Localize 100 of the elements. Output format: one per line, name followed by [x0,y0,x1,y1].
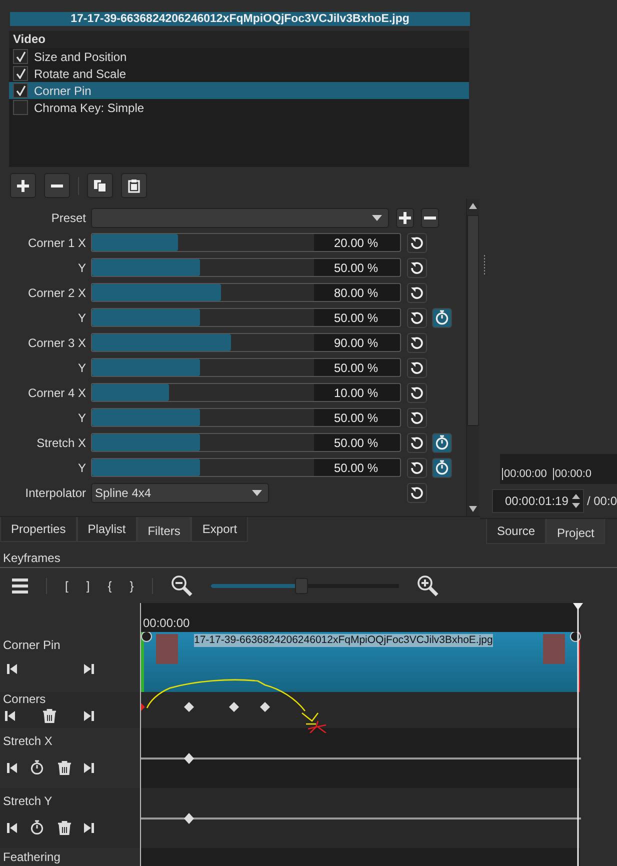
copy-button[interactable] [87,173,113,198]
plus-icon [16,178,30,192]
reset-button[interactable] [407,382,427,402]
panel-tab[interactable]: Export [191,517,248,542]
slider-value: 20.00 % [334,236,379,250]
remove-filter-button[interactable] [44,173,70,198]
timecode-field[interactable]: 00:00:01:19 [492,489,584,513]
track-name: Feathering [3,850,62,864]
splitter-handle-icon[interactable] [483,255,486,275]
trash-icon[interactable] [43,709,56,723]
track-name: Corners [3,692,47,706]
remove-preset-button[interactable] [421,208,439,228]
next-keyframe-icon[interactable] [84,762,94,772]
add-filter-button[interactable] [10,173,36,198]
next-keyframe-icon[interactable] [84,664,94,674]
undo-icon [410,486,424,500]
checkbox[interactable] [13,49,28,64]
filter-item[interactable]: Corner Pin [9,82,469,99]
keyframe-diamond[interactable] [229,702,239,712]
keyframe-diamond[interactable] [184,813,194,824]
filter-item[interactable]: Size and Position [9,48,469,65]
keyframes-button[interactable] [432,308,452,328]
reset-button[interactable] [407,308,427,328]
next-keyframe-icon[interactable] [84,822,94,832]
fade-handle[interactable] [141,632,152,642]
toolbar-button[interactable]: [ [59,578,74,592]
checkbox[interactable] [13,66,28,81]
reset-button[interactable] [407,482,427,502]
clip-name: 17-17-39-6636824206246012xFqMpiOQjFoc3VCJilv3BxhoE.jpg [194,634,493,647]
reset-button[interactable] [407,282,427,302]
undo-icon [410,460,424,474]
checkbox[interactable] [13,83,28,98]
down-arrow-icon[interactable] [469,506,477,512]
parameter-slider[interactable]: 80.00 % [91,283,401,302]
reset-button[interactable] [407,408,427,428]
caret-icon [252,490,262,496]
keyframe-diamond[interactable] [260,702,270,712]
parameter-slider[interactable]: 20.00 % [91,233,401,252]
keyframes-button[interactable] [432,458,452,478]
add-preset-button[interactable] [396,208,414,228]
panel-tab[interactable]: Filters [136,517,192,542]
previous-keyframe-icon[interactable] [7,762,17,772]
parameter-slider[interactable]: 50.00 % [91,458,401,477]
parameter-slider[interactable]: 10.00 % [91,383,401,402]
parameter-slider[interactable]: 90.00 % [91,333,401,352]
timeline-clip[interactable]: 17-17-39-6636824206246012xFqMpiOQjFoc3VCJilv3BxhoE.jpg [141,632,580,692]
toolbar-button[interactable]: ] [80,578,96,592]
trash-icon[interactable] [58,760,71,774]
previous-keyframe-icon[interactable] [7,822,17,832]
next-keyframe-icon[interactable] [84,711,94,721]
reset-button[interactable] [407,458,427,478]
checkbox[interactable] [13,100,28,115]
interpolator-dropdown[interactable]: Spline 4x4 [91,482,269,502]
filter-item[interactable]: Chroma Key: Simple [9,99,469,116]
photo-placeholder [156,634,178,664]
panel-tab[interactable]: Properties [0,517,77,542]
parameter-slider[interactable]: 50.00 % [91,358,401,377]
panel-tab[interactable]: Playlist [76,517,137,542]
ruler-time: 00:00:0 [552,468,592,480]
timeline-ruler[interactable]: 00:00:00 [140,603,580,632]
reset-button[interactable] [407,332,427,352]
trash-icon[interactable] [58,820,71,834]
toolbar-button[interactable]: } [124,578,140,592]
track-name: Stretch X [3,734,54,748]
player-ruler[interactable]: 00:00:00 00:00:0 [500,454,617,484]
parameter-slider[interactable]: 50.00 % [91,258,401,277]
track-name: Corner Pin [3,638,62,652]
reset-button[interactable] [407,358,427,378]
spinner-icon[interactable] [572,492,580,510]
parameter-label: Corner 3 X [26,336,87,350]
ruler-time: 00:00:00 [502,468,547,480]
dock-tab[interactable]: Source [486,519,546,544]
parameter-label: Y [76,360,87,374]
reset-button[interactable] [407,432,427,452]
zoom-out-icon[interactable] [170,574,193,596]
menu-icon[interactable] [12,578,28,594]
paste-button[interactable] [121,173,147,198]
reset-button[interactable] [407,258,427,278]
up-arrow-icon[interactable] [469,203,477,209]
slider-handle[interactable] [294,578,308,594]
filter-item[interactable]: Rotate and Scale [9,65,469,82]
parameter-slider[interactable]: 50.00 % [91,308,401,327]
undo-icon [410,286,424,300]
parameter-slider[interactable]: 50.00 % [91,408,401,427]
stopwatch-icon[interactable] [30,820,44,835]
undo-icon [410,336,424,350]
toolbar-button[interactable]: { [102,578,118,592]
dock-tab[interactable]: Project [546,519,606,544]
stopwatch-icon[interactable] [30,760,44,775]
playhead[interactable] [572,603,584,866]
keyframe-diamond[interactable] [184,702,194,712]
parameter-slider[interactable]: 50.00 % [91,433,401,452]
scrollbar[interactable] [466,199,479,516]
reset-button[interactable] [407,232,427,252]
keyframe-diamond[interactable] [184,753,194,764]
keyframes-button[interactable] [432,432,452,452]
zoom-in-icon[interactable] [416,574,439,596]
previous-keyframe-icon[interactable] [5,711,15,721]
previous-keyframe-icon[interactable] [7,664,17,674]
slider-value: 50.00 % [334,360,379,374]
